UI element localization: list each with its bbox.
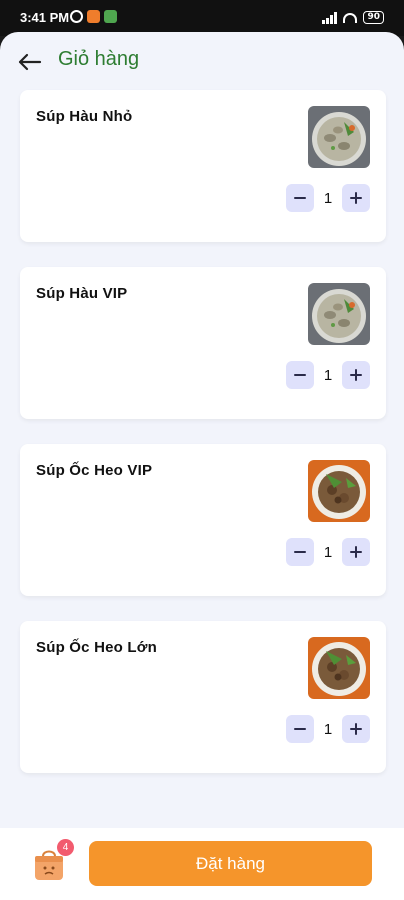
bottom-bar: 4 Đặt hàng <box>0 828 404 900</box>
quantity-value: 1 <box>323 543 333 561</box>
quantity-stepper: 1 <box>286 538 370 566</box>
status-right-icons: 90 <box>322 11 384 24</box>
snail-pork-soup-image <box>308 637 370 699</box>
increase-quantity-button[interactable] <box>342 184 370 212</box>
increase-quantity-button[interactable] <box>342 361 370 389</box>
quantity-value: 1 <box>323 189 333 207</box>
item-name: Súp Ốc Heo VIP <box>36 462 153 479</box>
status-bar: 3:41 PM 90 <box>0 0 404 36</box>
status-time: 3:41 PM <box>20 10 70 25</box>
snail-pork-soup-image <box>308 460 370 522</box>
item-name: Súp Hàu Nhỏ <box>36 108 133 125</box>
alarm-icon <box>70 10 83 23</box>
plus-icon <box>350 369 362 381</box>
quantity-value: 1 <box>323 720 333 738</box>
minus-icon <box>294 728 306 730</box>
minus-icon <box>294 551 306 553</box>
quantity-value: 1 <box>323 366 333 384</box>
decrease-quantity-button[interactable] <box>286 715 314 743</box>
oyster-soup-image <box>308 106 370 168</box>
cart-list: Súp Hàu Nhỏ 1 Súp Hàu VIP 1 Súp Ốc Heo V… <box>20 90 386 798</box>
quantity-stepper: 1 <box>286 361 370 389</box>
plus-icon <box>350 192 362 204</box>
arrow-left-icon[interactable] <box>16 50 42 74</box>
plus-icon <box>350 723 362 735</box>
increase-quantity-button[interactable] <box>342 715 370 743</box>
cart-screen: Giỏ hàng Súp Hàu Nhỏ 1 Súp Hàu VIP 1 Súp… <box>0 32 404 900</box>
cart-item: Súp Hàu Nhỏ 1 <box>20 90 386 242</box>
wifi-icon <box>343 12 358 23</box>
place-order-button[interactable]: Đặt hàng <box>89 841 372 886</box>
minus-icon <box>294 374 306 376</box>
quantity-stepper: 1 <box>286 715 370 743</box>
signal-icon <box>322 11 338 24</box>
decrease-quantity-button[interactable] <box>286 184 314 212</box>
page-title: Giỏ hàng <box>58 48 140 70</box>
quantity-stepper: 1 <box>286 184 370 212</box>
increase-quantity-button[interactable] <box>342 538 370 566</box>
cart-item: Súp Ốc Heo VIP 1 <box>20 444 386 596</box>
cart-count-badge: 4 <box>57 839 74 856</box>
app-notification-icon-2 <box>104 10 117 23</box>
status-left-icons <box>70 10 117 23</box>
cart-item: Súp Hàu VIP 1 <box>20 267 386 419</box>
plus-icon <box>350 546 362 558</box>
oyster-soup-image <box>308 283 370 345</box>
battery-icon: 90 <box>363 11 384 24</box>
app-notification-icon <box>87 10 100 23</box>
cart-item: Súp Ốc Heo Lớn 1 <box>20 621 386 773</box>
minus-icon <box>294 197 306 199</box>
item-name: Súp Ốc Heo Lớn <box>36 639 157 656</box>
header: Giỏ hàng <box>0 32 404 90</box>
item-name: Súp Hàu VIP <box>36 285 128 302</box>
decrease-quantity-button[interactable] <box>286 538 314 566</box>
decrease-quantity-button[interactable] <box>286 361 314 389</box>
